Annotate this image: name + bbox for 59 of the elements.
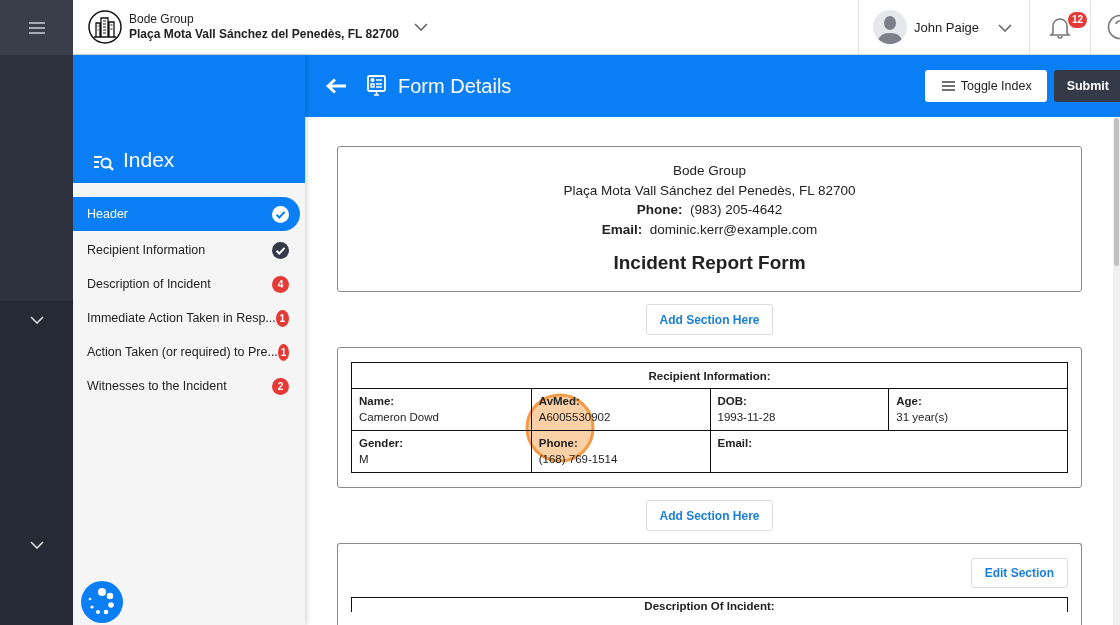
form-title: Incident Report Form [613, 253, 806, 273]
edit-section-button[interactable]: Edit Section [970, 558, 1068, 588]
index-item[interactable]: Immediate Action Taken in Resp... 1 [73, 303, 300, 333]
loading-dots-icon[interactable] [81, 581, 123, 623]
company-name: Bode Group [129, 12, 195, 27]
add-section-button[interactable]: Add Section Here [646, 304, 773, 335]
company-phone: Phone: (983) 205-4642 [636, 201, 783, 219]
index-title: Index [123, 148, 175, 172]
index-item-label: Header [87, 207, 129, 221]
index-item-label: Witnesses to the Incident [87, 379, 228, 393]
help-icon[interactable] [1107, 14, 1120, 40]
field-label: DOB: [717, 394, 748, 409]
page-title: Form Details [398, 74, 512, 98]
count-badge: 1 [277, 343, 289, 361]
back-arrow-icon[interactable] [326, 78, 347, 94]
index-item-label: Description of Incident [87, 277, 212, 291]
field-label: Age: [896, 394, 923, 409]
field-label: AvMed: [538, 394, 581, 409]
avatar-icon[interactable] [872, 10, 907, 44]
menu-icon [941, 81, 955, 91]
field-label: Name: [359, 394, 396, 409]
building-logo-icon [88, 10, 122, 44]
field-value: 1993-11-28 [717, 411, 776, 423]
form-monitor-icon [367, 74, 386, 98]
field-value: (168) 769-1514 [538, 453, 618, 465]
index-item[interactable]: Action Taken (or required) to Pre... 1 [73, 337, 300, 367]
index-item-label: Immediate Action Taken in Resp... [87, 311, 276, 325]
company-name: Bode Group [673, 162, 746, 180]
toggle-index-button[interactable]: Toggle Index [924, 70, 1047, 102]
table-title: Description Of Incident: [644, 600, 775, 612]
index-item-label: Recipient Information [87, 243, 207, 257]
index-item[interactable]: Header [73, 197, 300, 231]
user-name[interactable]: John Paige [913, 19, 979, 35]
chevron-down-icon[interactable] [998, 24, 1012, 32]
field-label: Email: [717, 436, 753, 451]
field-label: Gender: [359, 436, 405, 451]
bell-icon[interactable] [1049, 15, 1071, 39]
index-item[interactable]: Witnesses to the Incident 2 [73, 371, 300, 401]
field-value: A6005530902 [538, 411, 611, 423]
chevron-down-icon[interactable] [413, 23, 428, 31]
index-item[interactable]: Description of Incident 4 [73, 269, 300, 299]
add-section-button[interactable]: Add Section Here [646, 500, 773, 531]
count-badge: 2 [272, 377, 289, 395]
company-address: Plaça Mota Vall Sánchez del Penedès, FL 82700 [563, 181, 856, 200]
company-address: Plaça Mota Vall Sánchez del Penedès, FL 82700 [129, 27, 399, 42]
field-value: 31 year(s) [896, 411, 949, 423]
field-label: Phone: [538, 436, 579, 451]
field-value: Cameron Dowd [359, 411, 439, 423]
search-list-icon [93, 154, 115, 172]
notification-count: 12 [1068, 12, 1088, 28]
count-badge: 4 [272, 275, 289, 293]
submit-button[interactable]: Submit [1053, 70, 1120, 102]
table-title: Recipient Information: [648, 369, 771, 382]
company-email: Email: dominic.kerr@example.com [601, 220, 818, 239]
index-item[interactable]: Recipient Information [73, 235, 300, 265]
menu-icon[interactable] [28, 21, 45, 34]
field-value: M [359, 453, 369, 465]
index-item-label: Action Taken (or required) to Pre... [87, 345, 278, 359]
count-badge: 1 [275, 309, 289, 327]
